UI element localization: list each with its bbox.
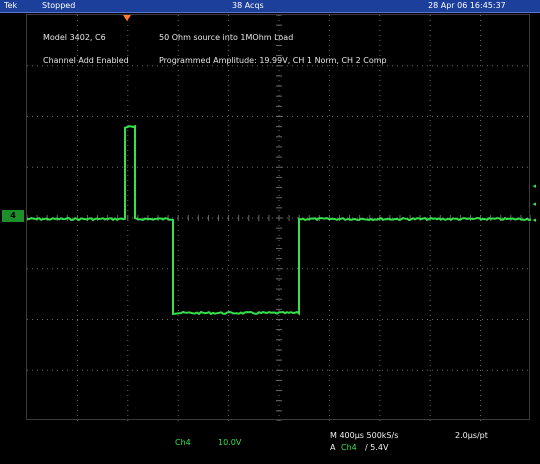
right-edge-tick-icon: ◂ xyxy=(532,216,536,224)
channel-marker-label: 4 xyxy=(10,211,16,220)
acquisition-count: 38 Acqs xyxy=(232,1,264,10)
load-label: 50 Ohm source into 1MOhm Load xyxy=(159,33,294,42)
channel-add-label: Channel Add Enabled xyxy=(43,56,129,65)
amplitude-label: Programmed Amplitude: 19.99V, CH 1 Norm,… xyxy=(159,56,387,65)
channel-scale-channel: Ch4 xyxy=(175,438,191,447)
right-edge-tick-icon: ◂ xyxy=(532,182,536,190)
status-bar: Tek Stopped 38 Acqs 28 Apr 06 16:45:37 xyxy=(0,0,540,13)
sample-interval-readout: 2.0µs/pt xyxy=(455,431,488,440)
trigger-position-icon xyxy=(123,15,131,21)
trigger-prefix: A xyxy=(330,443,336,452)
channel-scale-value: 10.0V xyxy=(218,438,242,447)
model-label: Model 3402, C6 xyxy=(43,33,106,42)
acquisition-state: Stopped xyxy=(42,1,76,10)
brand-label: Tek xyxy=(4,1,18,10)
right-edge-tick-icon: ◂ xyxy=(532,200,536,208)
date-time: 28 Apr 06 16:45:37 xyxy=(428,1,506,10)
trigger-level: / 5.4V xyxy=(365,443,389,452)
graticule-and-trace xyxy=(27,15,531,421)
timebase-readout: M 400µs 500kS/s xyxy=(330,431,399,440)
channel-ground-marker[interactable]: 4 xyxy=(2,210,24,222)
oscilloscope-display: Model 3402, C6 50 Ohm source into 1MOhm … xyxy=(26,14,531,421)
trigger-channel: Ch4 xyxy=(341,443,357,452)
